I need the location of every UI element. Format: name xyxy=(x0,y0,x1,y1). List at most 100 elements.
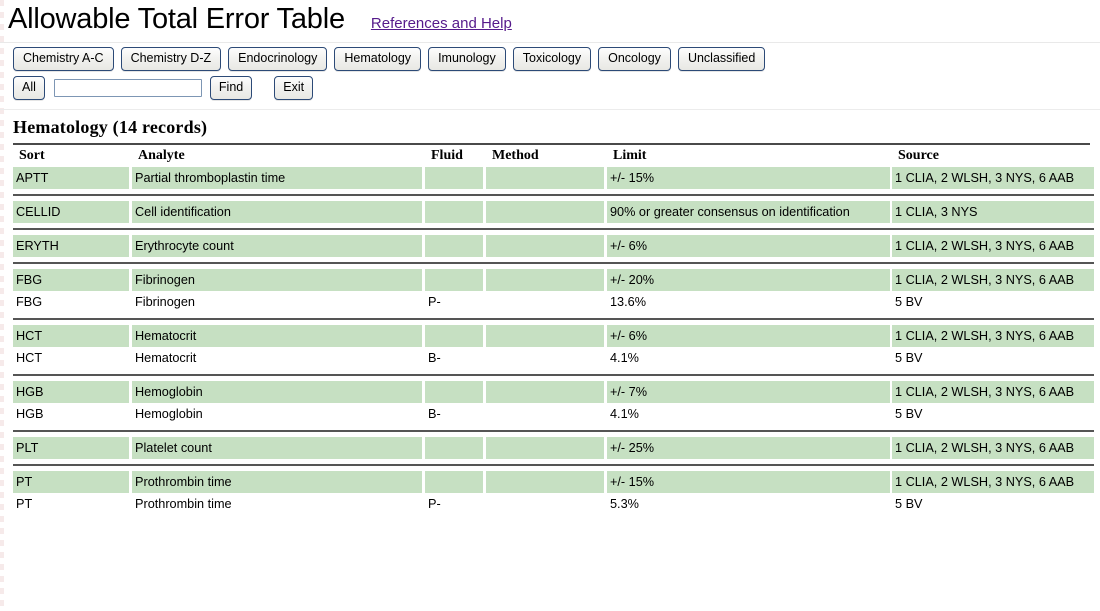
cell-sort: APTT xyxy=(13,167,129,189)
column-header-fluid[interactable]: Fluid xyxy=(428,145,486,167)
table-row[interactable]: FBG Fibrinogen +/- 20% 1 CLIA, 2 WLSH, 3 NY… xyxy=(13,269,1094,291)
cell-limit: 4.1% xyxy=(610,407,639,421)
table-row[interactable]: CELLID Cell identification 90% or greater … xyxy=(13,201,1094,223)
page-header: Allowable Total Error Table References a… xyxy=(0,0,1100,36)
table-row[interactable]: HGB Hemoglobin B- 4.1% 5 BV xyxy=(13,403,1094,425)
results-table: Sort Analyte Fluid Method Limit Source APTT Par… xyxy=(13,145,1094,515)
category-button-chemistry-a-c[interactable]: Chemistry A-C xyxy=(13,47,114,71)
search-bar: All Find Exit xyxy=(0,71,1100,100)
cell-analyte: Partial thromboplastin time xyxy=(132,167,422,189)
all-button[interactable]: All xyxy=(13,76,45,100)
cell-analyte: Prothrombin time xyxy=(135,497,232,511)
category-button-hematology[interactable]: Hematology xyxy=(334,47,422,71)
cell-fluid xyxy=(425,167,483,189)
cell-source: 5 BV xyxy=(895,407,923,421)
group-divider xyxy=(13,464,1094,466)
cell-limit: 5.3% xyxy=(610,497,639,511)
cell-sort: HGB xyxy=(13,381,129,403)
category-button-oncology[interactable]: Oncology xyxy=(598,47,671,71)
column-header-limit[interactable]: Limit xyxy=(610,145,893,167)
column-header-source[interactable]: Source xyxy=(895,145,1097,167)
table-header-row: Sort Analyte Fluid Method Limit Source xyxy=(13,145,1094,167)
cell-method xyxy=(486,471,604,493)
cell-analyte: Hemoglobin xyxy=(132,381,422,403)
cell-fluid xyxy=(425,269,483,291)
cell-fluid xyxy=(425,437,483,459)
category-button-unclassified[interactable]: Unclassified xyxy=(677,47,766,71)
category-button-chemistry-d-z[interactable]: Chemistry D-Z xyxy=(120,47,222,71)
table-row[interactable]: PLT Platelet count +/- 25% 1 CLIA, 2 WLSH, … xyxy=(13,437,1094,459)
cell-sort: HGB xyxy=(16,407,44,421)
cell-method xyxy=(486,201,604,223)
cell-source: 5 BV xyxy=(895,497,923,511)
page-root: Allowable Total Error Table References a… xyxy=(0,0,1100,515)
cell-sort: CELLID xyxy=(13,201,129,223)
cell-analyte: Hematocrit xyxy=(135,351,197,365)
cell-limit: 13.6% xyxy=(610,295,646,309)
cell-fluid: B- xyxy=(428,351,441,365)
cell-limit: +/- 6% xyxy=(607,325,890,347)
cell-limit: +/- 20% xyxy=(607,269,890,291)
cell-fluid: B- xyxy=(428,407,441,421)
cell-method xyxy=(486,235,604,257)
cell-source: 1 CLIA, 3 NYS xyxy=(892,201,1094,223)
group-divider xyxy=(13,430,1094,432)
cell-sort: PT xyxy=(13,471,129,493)
cell-sort: HCT xyxy=(13,325,129,347)
group-divider xyxy=(13,262,1094,264)
cell-sort: PT xyxy=(16,497,33,511)
cell-analyte: Fibrinogen xyxy=(132,269,422,291)
cell-method xyxy=(486,325,604,347)
cell-source: 1 CLIA, 2 WLSH, 3 NYS, 6 AAB xyxy=(892,381,1094,403)
find-button[interactable]: Find xyxy=(209,76,253,100)
table-row[interactable]: FBG Fibrinogen P- 13.6% 5 BV xyxy=(13,291,1094,313)
cell-fluid xyxy=(425,325,483,347)
column-header-method[interactable]: Method xyxy=(489,145,607,167)
category-button-imunology[interactable]: Imunology xyxy=(428,47,506,71)
table-row[interactable]: ERYTH Erythrocyte count +/- 6% 1 CLIA, 2 WL… xyxy=(13,235,1094,257)
category-button-toxicology[interactable]: Toxicology xyxy=(512,47,592,71)
cell-analyte: Hematocrit xyxy=(132,325,422,347)
column-header-analyte[interactable]: Analyte xyxy=(135,145,425,167)
cell-method xyxy=(486,381,604,403)
table-row[interactable]: HCT Hematocrit +/- 6% 1 CLIA, 2 WLSH, 3 NYS… xyxy=(13,325,1094,347)
table-row[interactable]: APTT Partial thromboplastin time +/- 15% 1 … xyxy=(13,167,1094,189)
cell-sort: PLT xyxy=(13,437,129,459)
cell-limit: +/- 15% xyxy=(607,167,890,189)
cell-source: 5 BV xyxy=(895,295,923,309)
cell-source: 1 CLIA, 2 WLSH, 3 NYS, 6 AAB xyxy=(892,437,1094,459)
table-row[interactable]: HGB Hemoglobin +/- 7% 1 CLIA, 2 WLSH, 3 NYS… xyxy=(13,381,1094,403)
cell-fluid xyxy=(425,201,483,223)
cell-analyte: Cell identification xyxy=(132,201,422,223)
page-title: Allowable Total Error Table xyxy=(8,3,345,35)
group-divider xyxy=(13,194,1094,196)
search-input[interactable] xyxy=(53,79,202,97)
cell-source: 1 CLIA, 2 WLSH, 3 NYS, 6 AAB xyxy=(892,471,1094,493)
cell-sort: ERYTH xyxy=(13,235,129,257)
cell-sort: FBG xyxy=(16,295,43,309)
cell-limit: +/- 25% xyxy=(607,437,890,459)
cell-method xyxy=(486,493,604,515)
cell-analyte: Fibrinogen xyxy=(135,295,195,309)
cell-method xyxy=(486,403,604,425)
cell-analyte: Hemoglobin xyxy=(135,407,203,421)
group-divider xyxy=(13,318,1094,320)
column-header-sort[interactable]: Sort xyxy=(16,145,132,167)
group-divider xyxy=(13,228,1094,230)
cell-sort: FBG xyxy=(13,269,129,291)
table-row[interactable]: PT Prothrombin time P- 5.3% 5 BV xyxy=(13,493,1094,515)
cell-method xyxy=(486,269,604,291)
cell-sort: HCT xyxy=(16,351,43,365)
references-and-help-link[interactable]: References and Help xyxy=(371,15,512,32)
cell-source: 1 CLIA, 2 WLSH, 3 NYS, 6 AAB xyxy=(892,325,1094,347)
table-row[interactable]: PT Prothrombin time +/- 15% 1 CLIA, 2 WLSH,… xyxy=(13,471,1094,493)
table-row[interactable]: HCT Hematocrit B- 4.1% 5 BV xyxy=(13,347,1094,369)
section-heading: Hematology (14 records) xyxy=(13,117,208,137)
cell-source: 1 CLIA, 2 WLSH, 3 NYS, 6 AAB xyxy=(892,235,1094,257)
cell-method xyxy=(486,167,604,189)
cell-fluid xyxy=(425,381,483,403)
cell-source: 1 CLIA, 2 WLSH, 3 NYS, 6 AAB xyxy=(892,269,1094,291)
exit-button[interactable]: Exit xyxy=(274,76,314,100)
category-button-endocrinology[interactable]: Endocrinology xyxy=(228,47,328,71)
category-button-bar: Chemistry A-C Chemistry D-Z Endocrinology H… xyxy=(0,43,1100,71)
